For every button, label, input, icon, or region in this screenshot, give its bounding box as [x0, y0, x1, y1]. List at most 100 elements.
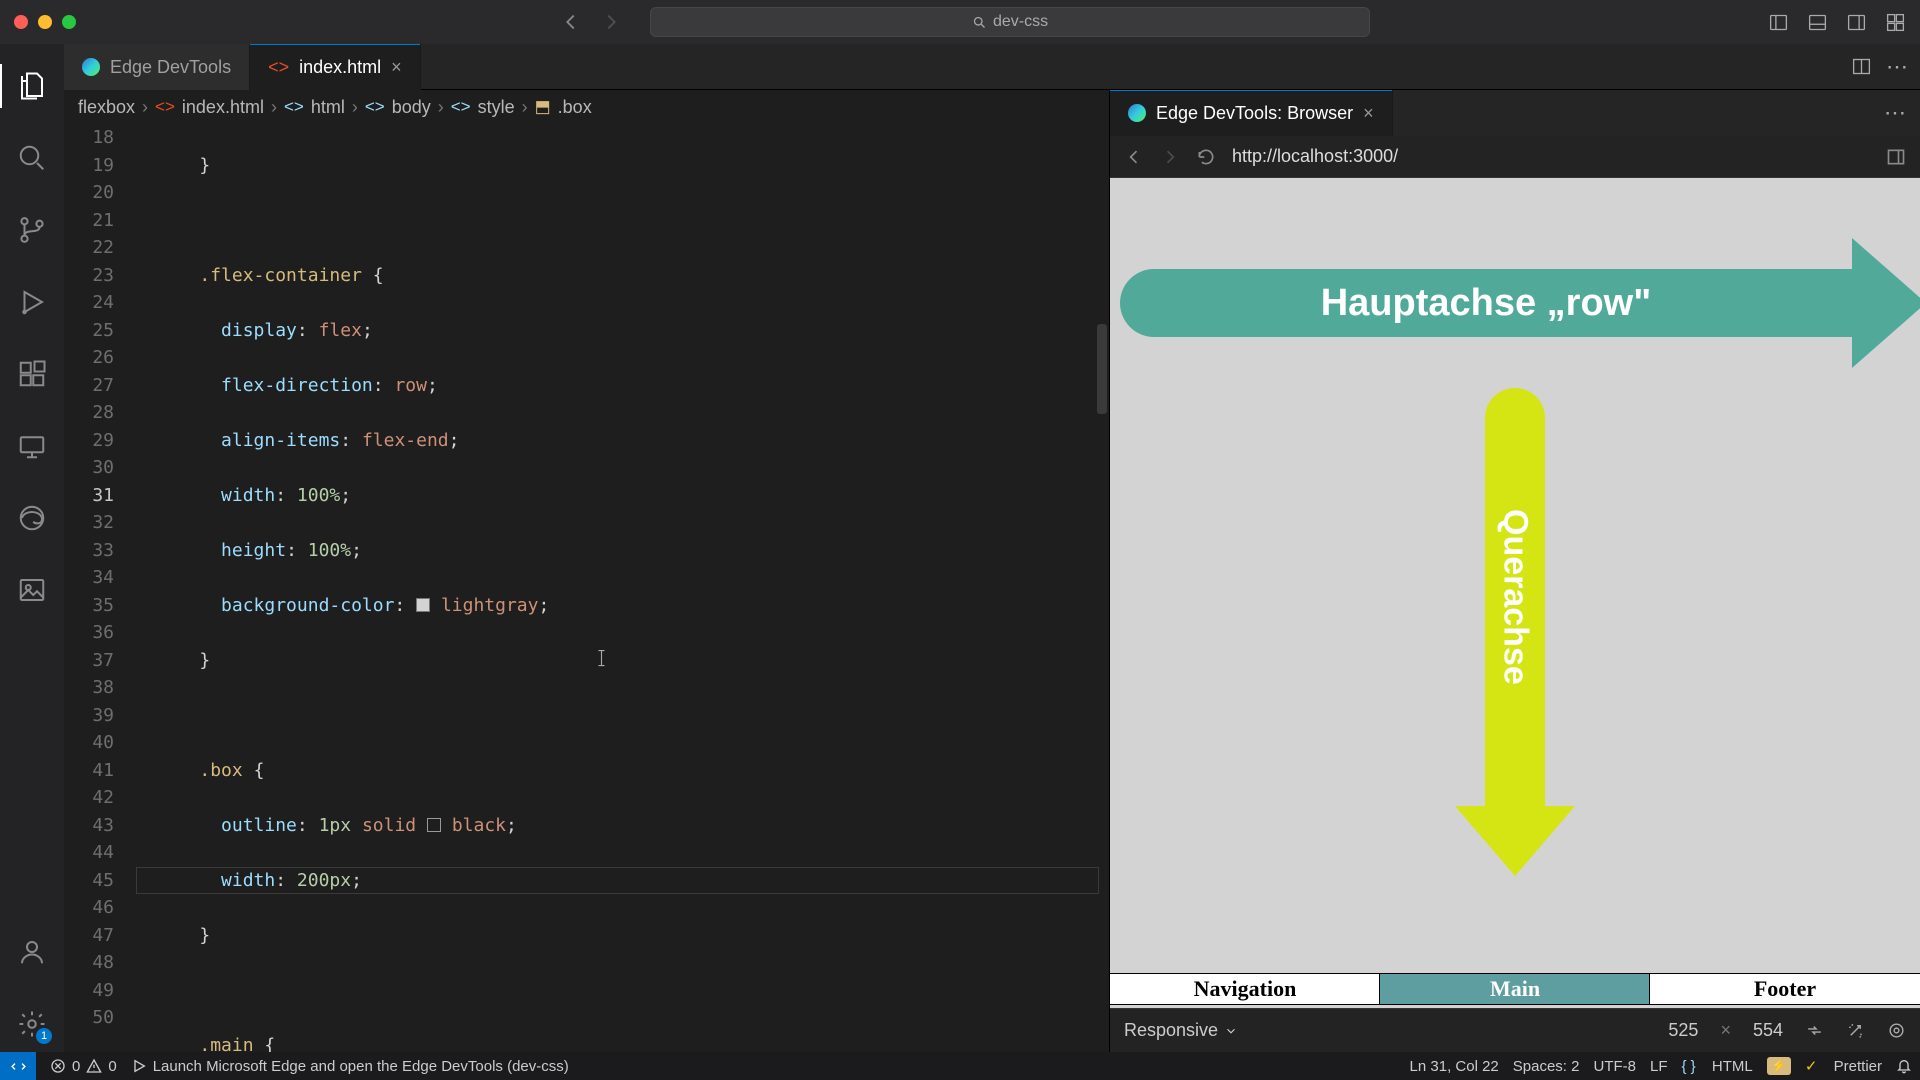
indentation-status[interactable]: Spaces: 2 — [1513, 1058, 1580, 1075]
files-icon — [17, 71, 47, 101]
more-actions-button[interactable]: ⋯ — [1886, 54, 1908, 80]
cross-axis-arrow: Querachse — [1455, 388, 1575, 876]
main-axis-label: Hauptachse „row" — [1321, 282, 1652, 325]
cross-axis-label: Querachse — [1496, 509, 1535, 685]
responsive-toolbar: Responsive 525 × 554 — [1110, 1008, 1920, 1052]
chevron-down-icon — [1224, 1024, 1238, 1038]
explorer-activity[interactable] — [0, 58, 64, 114]
search-icon — [17, 143, 47, 173]
chevron-right-icon: › — [438, 97, 444, 118]
breadcrumb-html[interactable]: html — [311, 97, 345, 118]
breadcrumb-style[interactable]: style — [478, 97, 515, 118]
remote-button[interactable] — [0, 1052, 36, 1080]
warning-icon — [86, 1058, 102, 1074]
layout-panel-left-icon[interactable] — [1768, 12, 1789, 33]
tag-icon: <> — [284, 97, 304, 117]
nav-back-icon[interactable] — [560, 11, 582, 33]
target-icon[interactable] — [1887, 1021, 1906, 1040]
run-debug-activity[interactable] — [0, 274, 64, 330]
window-controls — [14, 15, 76, 29]
breadcrumb-box[interactable]: .box — [558, 97, 592, 118]
edge-icon — [17, 503, 47, 533]
breadcrumb-folder[interactable]: flexbox — [78, 97, 135, 118]
layout-customize-icon[interactable] — [1885, 12, 1906, 33]
editor-pane: flexbox › <> index.html › <> html › <> b… — [64, 90, 1110, 1052]
tab-index-html[interactable]: <> index.html × — [250, 44, 421, 90]
notifications-button[interactable] — [1896, 1058, 1912, 1074]
titlebar: dev-css — [0, 0, 1920, 44]
launch-edge-button[interactable]: Launch Microsoft Edge and open the Edge … — [131, 1058, 569, 1075]
editor-scrollbar[interactable] — [1097, 324, 1107, 414]
debug-launch-icon — [131, 1058, 147, 1074]
nav-forward-icon[interactable] — [600, 11, 622, 33]
more-actions-button[interactable]: ⋯ — [1884, 100, 1906, 125]
tab-devtools-browser[interactable]: Edge DevTools: Browser × — [1110, 90, 1393, 136]
footer-box: Footer — [1650, 974, 1920, 1004]
breadcrumb-file[interactable]: index.html — [182, 97, 264, 118]
settings-activity[interactable]: 1 — [0, 996, 64, 1052]
wand-icon[interactable] — [1846, 1021, 1865, 1040]
times-icon: × — [1720, 1020, 1731, 1041]
encoding-status[interactable]: UTF-8 — [1593, 1058, 1636, 1075]
forward-icon[interactable] — [1160, 147, 1180, 167]
breadcrumb-body[interactable]: body — [392, 97, 431, 118]
problems-indicator[interactable]: 0 0 — [50, 1058, 117, 1075]
reload-icon[interactable] — [1196, 147, 1216, 167]
tag-icon: <> — [451, 97, 471, 117]
code-editor[interactable]: 18192021 22232425 26272829 30313233 3435… — [64, 124, 1109, 1052]
source-control-activity[interactable] — [0, 202, 64, 258]
bell-icon — [1896, 1058, 1912, 1074]
breadcrumb[interactable]: flexbox › <> index.html › <> html › <> b… — [64, 90, 1109, 124]
browser-preview: Hauptachse „row" Querachse Navigation Ma… — [1110, 178, 1920, 1052]
tab-label: Edge DevTools — [110, 57, 231, 78]
tab-label: index.html — [299, 57, 381, 78]
devtools-pane: Edge DevTools: Browser × ⋯ http://localh… — [1110, 90, 1920, 1052]
rotate-icon[interactable] — [1805, 1021, 1824, 1040]
command-center-text: dev-css — [993, 13, 1048, 31]
error-icon — [50, 1058, 66, 1074]
edge-icon — [1128, 104, 1146, 122]
code-content[interactable]: } .flex-container { display: flex; flex-… — [136, 124, 1109, 1052]
search-activity[interactable] — [0, 130, 64, 186]
minimize-window-button[interactable] — [38, 15, 52, 29]
viewport-width[interactable]: 525 — [1668, 1020, 1698, 1041]
close-tab-button[interactable]: × — [1363, 103, 1374, 124]
html-file-icon: <> — [268, 57, 289, 78]
split-editor-icon[interactable] — [1851, 56, 1872, 77]
viewport-height[interactable]: 554 — [1753, 1020, 1783, 1041]
remote-explorer-activity[interactable] — [0, 418, 64, 474]
prettier-status[interactable]: ✓ Prettier — [1805, 1057, 1882, 1075]
tab-edge-devtools[interactable]: Edge DevTools — [64, 44, 250, 90]
layout-panel-right-icon[interactable] — [1846, 12, 1867, 33]
accounts-activity[interactable] — [0, 924, 64, 980]
command-center[interactable]: dev-css — [650, 7, 1370, 37]
main-box: Main — [1380, 974, 1650, 1004]
account-icon — [17, 937, 47, 967]
close-tab-button[interactable]: × — [391, 57, 402, 78]
flex-container-preview: Navigation Main Footer — [1110, 974, 1920, 1004]
status-bar: 0 0 Launch Microsoft Edge and open the E… — [0, 1052, 1920, 1080]
remote-icon — [17, 431, 47, 461]
go-live-button[interactable]: ⚡ — [1767, 1057, 1791, 1075]
nav-arrows — [560, 11, 622, 33]
language-mode[interactable]: { } HTML — [1682, 1058, 1753, 1075]
nav-box: Navigation — [1110, 974, 1380, 1004]
layout-panel-bottom-icon[interactable] — [1807, 12, 1828, 33]
cursor-position[interactable]: Ln 31, Col 22 — [1410, 1058, 1499, 1075]
close-window-button[interactable] — [14, 15, 28, 29]
address-bar[interactable]: http://localhost:3000/ — [1232, 146, 1870, 167]
back-icon[interactable] — [1124, 147, 1144, 167]
dock-icon[interactable] — [1886, 147, 1906, 167]
image-icon — [17, 575, 47, 605]
edge-devtools-activity[interactable] — [0, 490, 64, 546]
chevron-right-icon: › — [522, 97, 528, 118]
extensions-activity[interactable] — [0, 346, 64, 402]
chevron-right-icon: › — [271, 97, 277, 118]
image-activity[interactable] — [0, 562, 64, 618]
device-dropdown[interactable]: Responsive — [1124, 1020, 1238, 1041]
eol-status[interactable]: LF — [1650, 1058, 1668, 1075]
css-rule-icon: ⬒ — [535, 97, 551, 117]
activity-bar: 1 — [0, 44, 64, 1052]
edge-icon — [82, 58, 100, 76]
maximize-window-button[interactable] — [62, 15, 76, 29]
